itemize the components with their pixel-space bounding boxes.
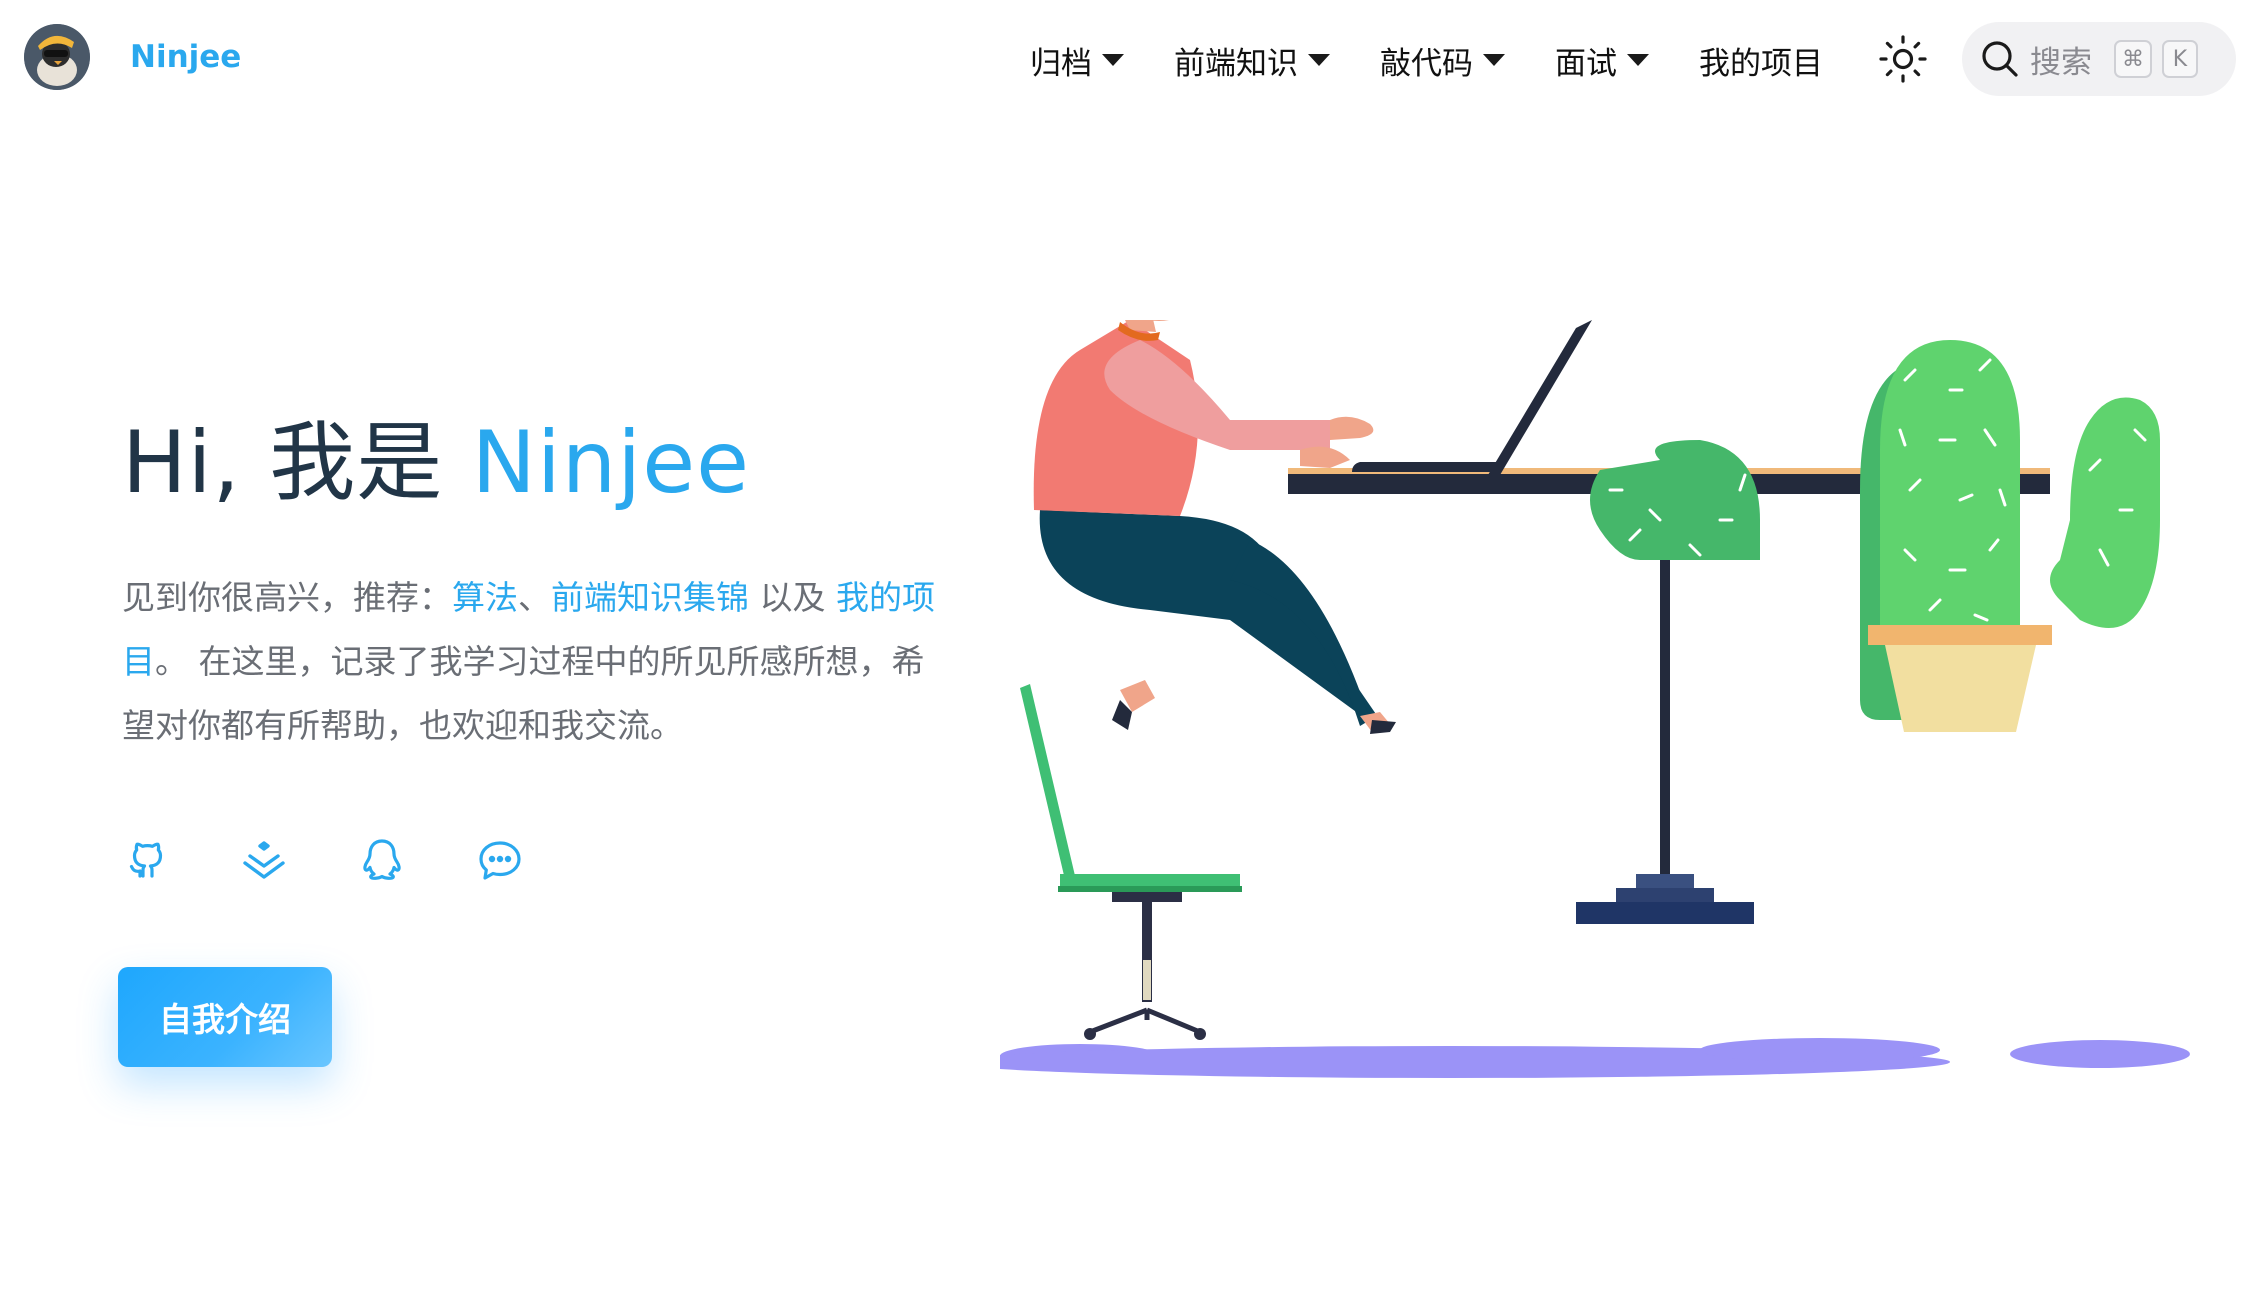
link-algorithms[interactable]: 算法 (452, 578, 518, 617)
qq-link[interactable] (358, 836, 406, 884)
person-typing (1033, 320, 1396, 734)
top-navbar: Ninjee 归档 前端知识 敲代码 面试 我的项目 搜索 ⌘ K (0, 0, 2252, 120)
site-title[interactable]: Ninjee (130, 39, 241, 75)
theme-toggle-button[interactable] (1875, 31, 1931, 87)
nav-item-archive[interactable]: 归档 (1030, 38, 1124, 83)
chat-bubble-icon (479, 841, 521, 880)
hero-title-name: Ninjee (471, 413, 751, 513)
nav-item-label: 面试 (1555, 45, 1617, 82)
juejin-icon (243, 841, 285, 879)
github-icon (129, 842, 163, 878)
main-nav: 归档 前端知识 敲代码 面试 我的项目 (1030, 30, 1873, 90)
hero-title: Hi, 我是 Ninjee (122, 392, 750, 517)
nav-item-my-projects[interactable]: 我的项目 (1699, 38, 1823, 83)
desc-text: 。 在这里，记录了我学习过程中的所见所感所想，希望对你都有所帮助，也欢迎和我交流… (122, 642, 925, 745)
sun-icon (1879, 35, 1927, 83)
hero-description: 见到你很高兴，推荐：算法、前端知识集锦 以及 我的项目。 在这里，记录了我学习过… (122, 566, 937, 758)
nav-item-label: 我的项目 (1699, 45, 1823, 82)
laptop (1352, 320, 1592, 475)
shortcut-key-k: K (2162, 40, 2198, 78)
nav-item-coding[interactable]: 敲代码 (1380, 38, 1505, 83)
github-link[interactable] (122, 836, 170, 884)
nav-item-label: 归档 (1030, 45, 1092, 82)
qq-icon (363, 839, 401, 880)
caret-down-icon (1483, 54, 1505, 66)
juejin-link[interactable] (240, 836, 288, 884)
hero-illustration (1000, 320, 2190, 1078)
caret-down-icon (1102, 54, 1124, 66)
desc-separator: 、 (518, 578, 551, 617)
nav-item-label: 敲代码 (1380, 45, 1473, 82)
nav-item-frontend-knowledge[interactable]: 前端知识 (1174, 38, 1330, 83)
caret-down-icon (1308, 54, 1330, 66)
hero-title-prefix: Hi, 我是 (122, 413, 472, 513)
brand[interactable]: Ninjee (24, 24, 241, 90)
desc-text: 以及 (749, 578, 836, 617)
search-label: 搜索 (2030, 44, 2092, 81)
floor-shadow (1000, 1038, 2190, 1078)
avatar (24, 24, 90, 90)
social-links (122, 836, 594, 884)
shortcut-key-cmd: ⌘ (2114, 40, 2152, 78)
search-button[interactable]: 搜索 ⌘ K (1962, 22, 2236, 96)
wechat-link[interactable] (476, 836, 524, 884)
intro-button[interactable]: 自我介绍 (118, 967, 332, 1067)
desc-text: 见到你很高兴，推荐： (122, 578, 452, 617)
nav-item-interview[interactable]: 面试 (1555, 38, 1649, 83)
search-icon (1982, 41, 2018, 77)
link-frontend-collection[interactable]: 前端知识集锦 (551, 578, 749, 617)
caret-down-icon (1627, 54, 1649, 66)
nav-item-label: 前端知识 (1174, 45, 1298, 82)
chair (1020, 684, 1242, 1040)
